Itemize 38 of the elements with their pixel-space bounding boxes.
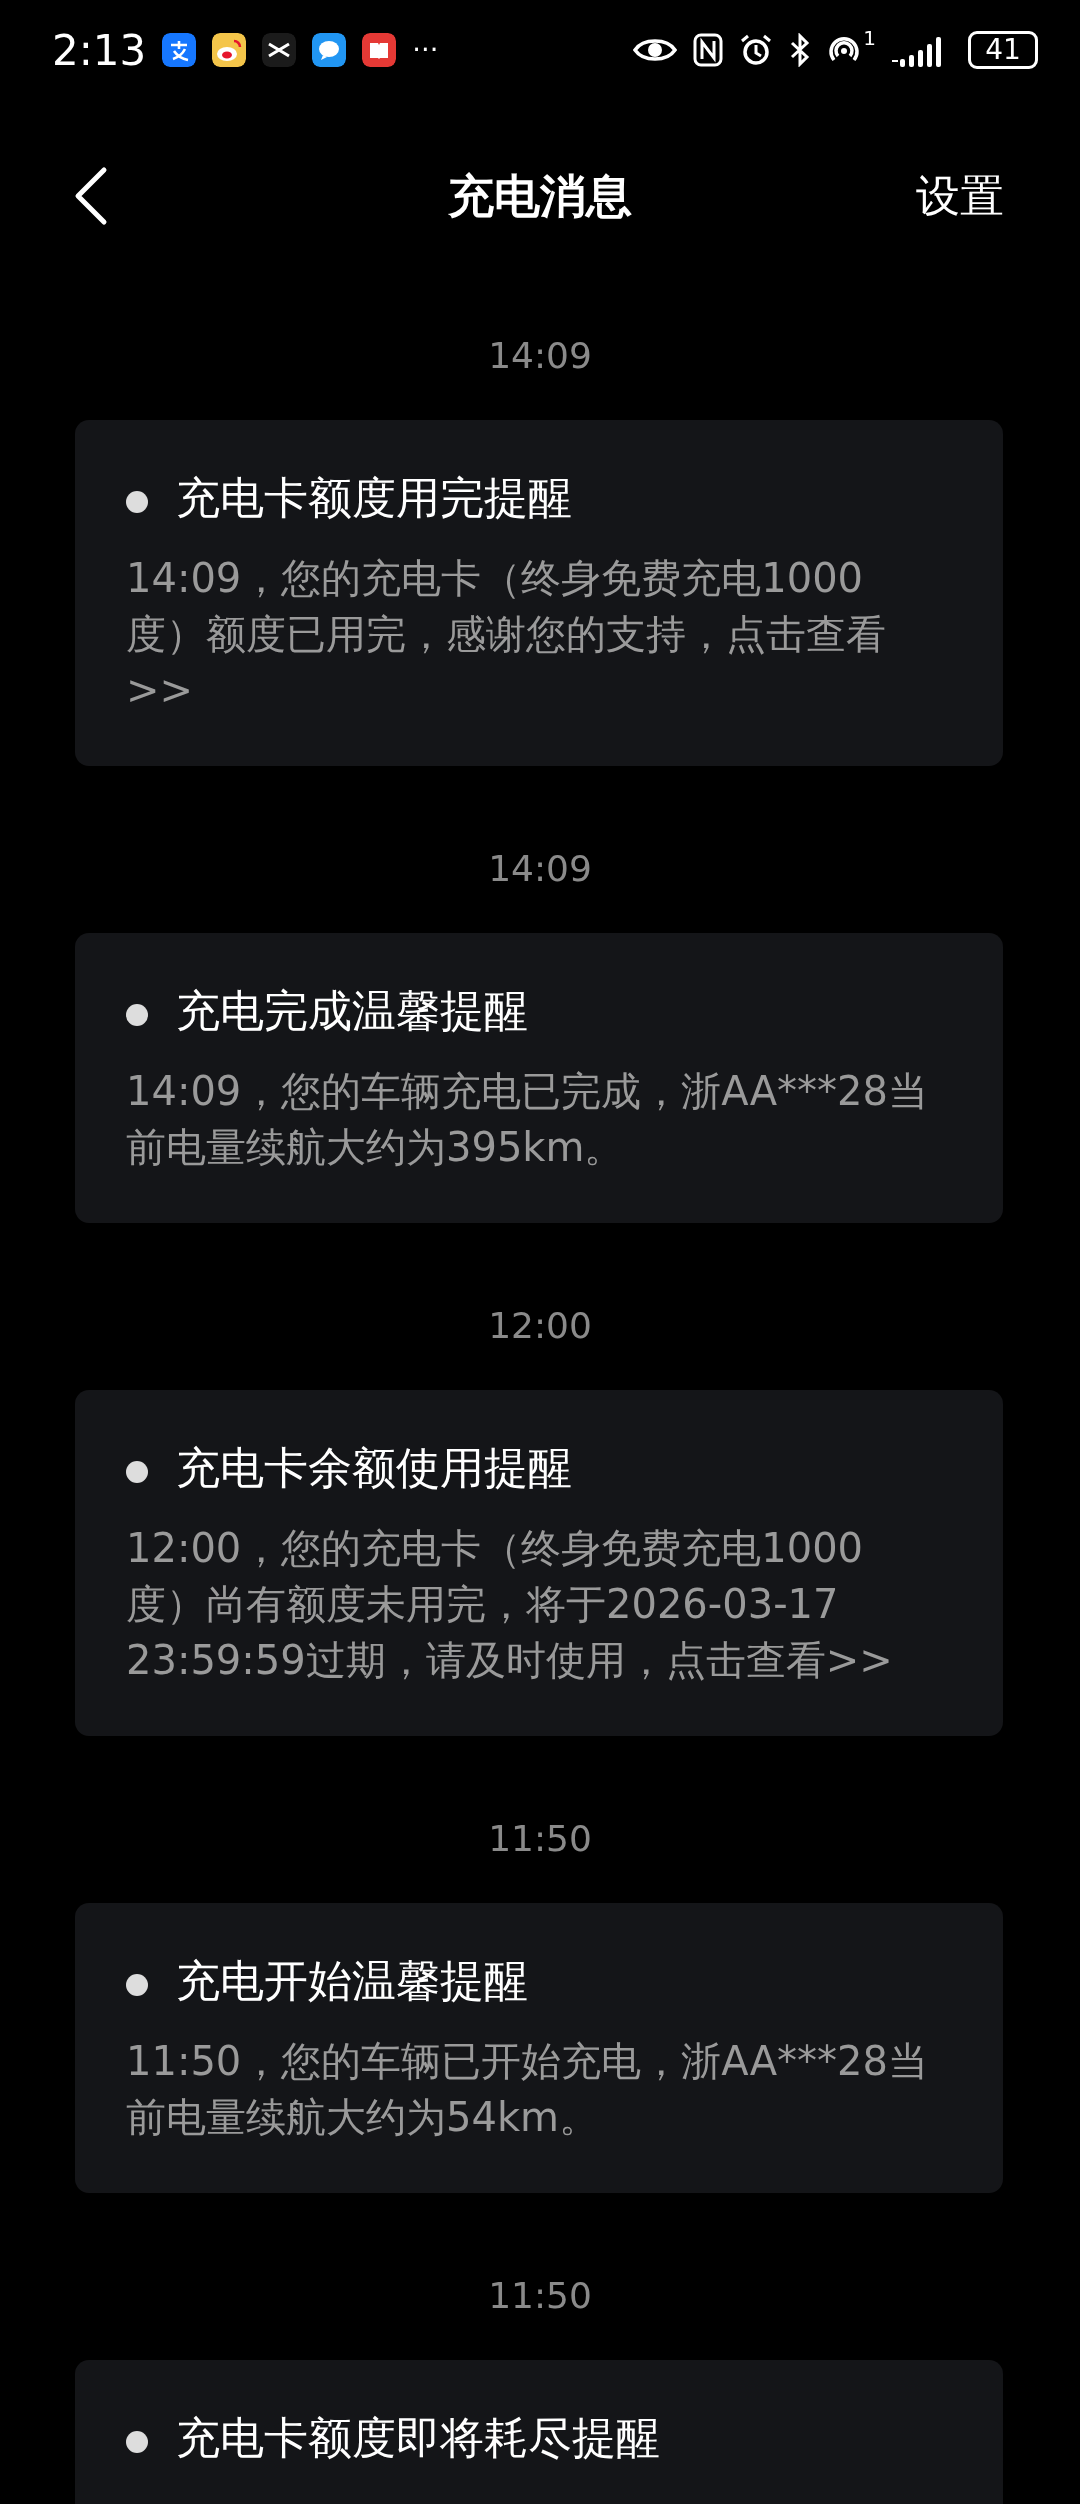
- message-time: 11:50: [488, 1817, 592, 1861]
- alarm-icon: [739, 33, 774, 67]
- page-title: 充电消息: [448, 168, 632, 223]
- cross-app-icon: [262, 33, 297, 67]
- message-card[interactable]: 充电完成温馨提醒 14:09，您的车辆充电已完成，浙AA***28当前电量续航大约为395km。: [75, 933, 1003, 1223]
- unread-dot: [126, 491, 148, 513]
- message-time: 11:50: [488, 2274, 592, 2318]
- settings-link[interactable]: 设置: [916, 163, 1004, 229]
- message-time: 14:09: [488, 847, 592, 891]
- message-text: 12:00，您的充电卡（终身免费充电1000度）尚有额度未用完，将于2026-03-17 23:59:59过期，请及时使用，点击查看>>: [126, 1524, 894, 1685]
- more-icons-indicator: ···: [412, 32, 439, 67]
- nfc-icon: [693, 33, 724, 67]
- pay-app-icon: [162, 33, 197, 67]
- message-text: 11:50，您的车辆已开始充电，浙AA***28当前电量续航大约为54km。: [126, 2037, 929, 2142]
- message-card[interactable]: 充电开始温馨提醒 11:50，您的车辆已开始充电，浙AA***28当前电量续航大约为54km。: [75, 1903, 1003, 2193]
- message-text: 14:09，您的充电卡（终身免费充电1000度）额度已用完，感谢您的支持，点击查看>>: [126, 554, 887, 715]
- message-time: 12:00: [488, 1304, 592, 1348]
- unread-dot: [126, 1461, 148, 1483]
- hotspot-count: 1: [863, 25, 876, 52]
- battery-indicator: 41: [968, 31, 1038, 69]
- unread-dot: [126, 2431, 148, 2453]
- message-title: 充电开始温馨提醒: [176, 1954, 528, 2008]
- message-title: 充电卡余额使用提醒: [176, 1441, 572, 1495]
- bluetooth-icon: [789, 33, 812, 67]
- message-title: 充电卡额度用完提醒: [176, 471, 572, 525]
- clock-time: 2:13: [52, 24, 147, 77]
- message-title: 充电卡额度即将耗尽提醒: [176, 2411, 660, 2465]
- unread-dot: [126, 1004, 148, 1026]
- message-card[interactable]: 充电卡额度用完提醒 14:09，您的充电卡（终身免费充电1000度）额度已用完，感谢您的支持，点击查看>>: [75, 420, 1003, 766]
- message-text: 14:09，您的车辆充电已完成，浙AA***28当前电量续航大约为395km。: [126, 1067, 929, 1172]
- unread-dot: [126, 1974, 148, 1996]
- message-card[interactable]: 充电卡额度即将耗尽提醒: [75, 2360, 1003, 2504]
- book-app-icon: [362, 33, 397, 67]
- eye-app-icon: [212, 33, 247, 67]
- message-card[interactable]: 充电卡余额使用提醒 12:00，您的充电卡（终身免费充电1000度）尚有额度未用完，将于2026-03-17 23:59:59过期，请及时使用，点击查看>>: [75, 1390, 1003, 1736]
- chat-app-icon: [312, 33, 347, 67]
- message-time: 14:09: [488, 334, 592, 378]
- message-title: 充电完成温馨提醒: [176, 984, 528, 1038]
